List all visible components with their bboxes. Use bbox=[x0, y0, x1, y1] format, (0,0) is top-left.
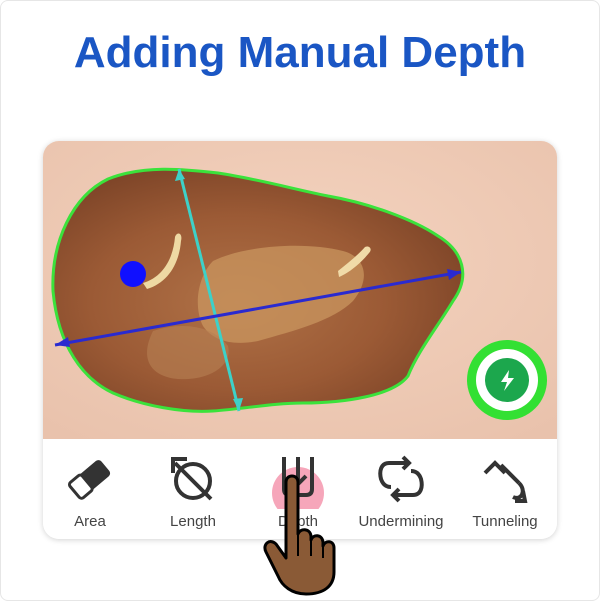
tool-area[interactable]: Area bbox=[43, 449, 140, 535]
tool-undermining-label: Undermining bbox=[358, 513, 444, 530]
depth-marker[interactable] bbox=[120, 261, 146, 287]
tool-area-label: Area bbox=[74, 513, 106, 530]
pointer-hand-icon bbox=[263, 474, 336, 596]
length-icon bbox=[171, 457, 213, 501]
eraser-icon bbox=[67, 460, 111, 500]
tunneling-icon bbox=[483, 460, 528, 503]
fab-button[interactable] bbox=[467, 340, 547, 420]
tool-undermining[interactable]: Undermining bbox=[351, 449, 451, 535]
tool-length-label: Length bbox=[170, 513, 216, 530]
tool-length[interactable]: Length bbox=[143, 449, 243, 535]
undermining-icon bbox=[378, 455, 424, 503]
page-title: Adding Manual Depth bbox=[73, 28, 527, 77]
tool-tunneling[interactable]: Tunneling bbox=[455, 449, 555, 535]
wound-photo[interactable] bbox=[43, 141, 557, 439]
tool-tunneling-label: Tunneling bbox=[472, 513, 538, 530]
